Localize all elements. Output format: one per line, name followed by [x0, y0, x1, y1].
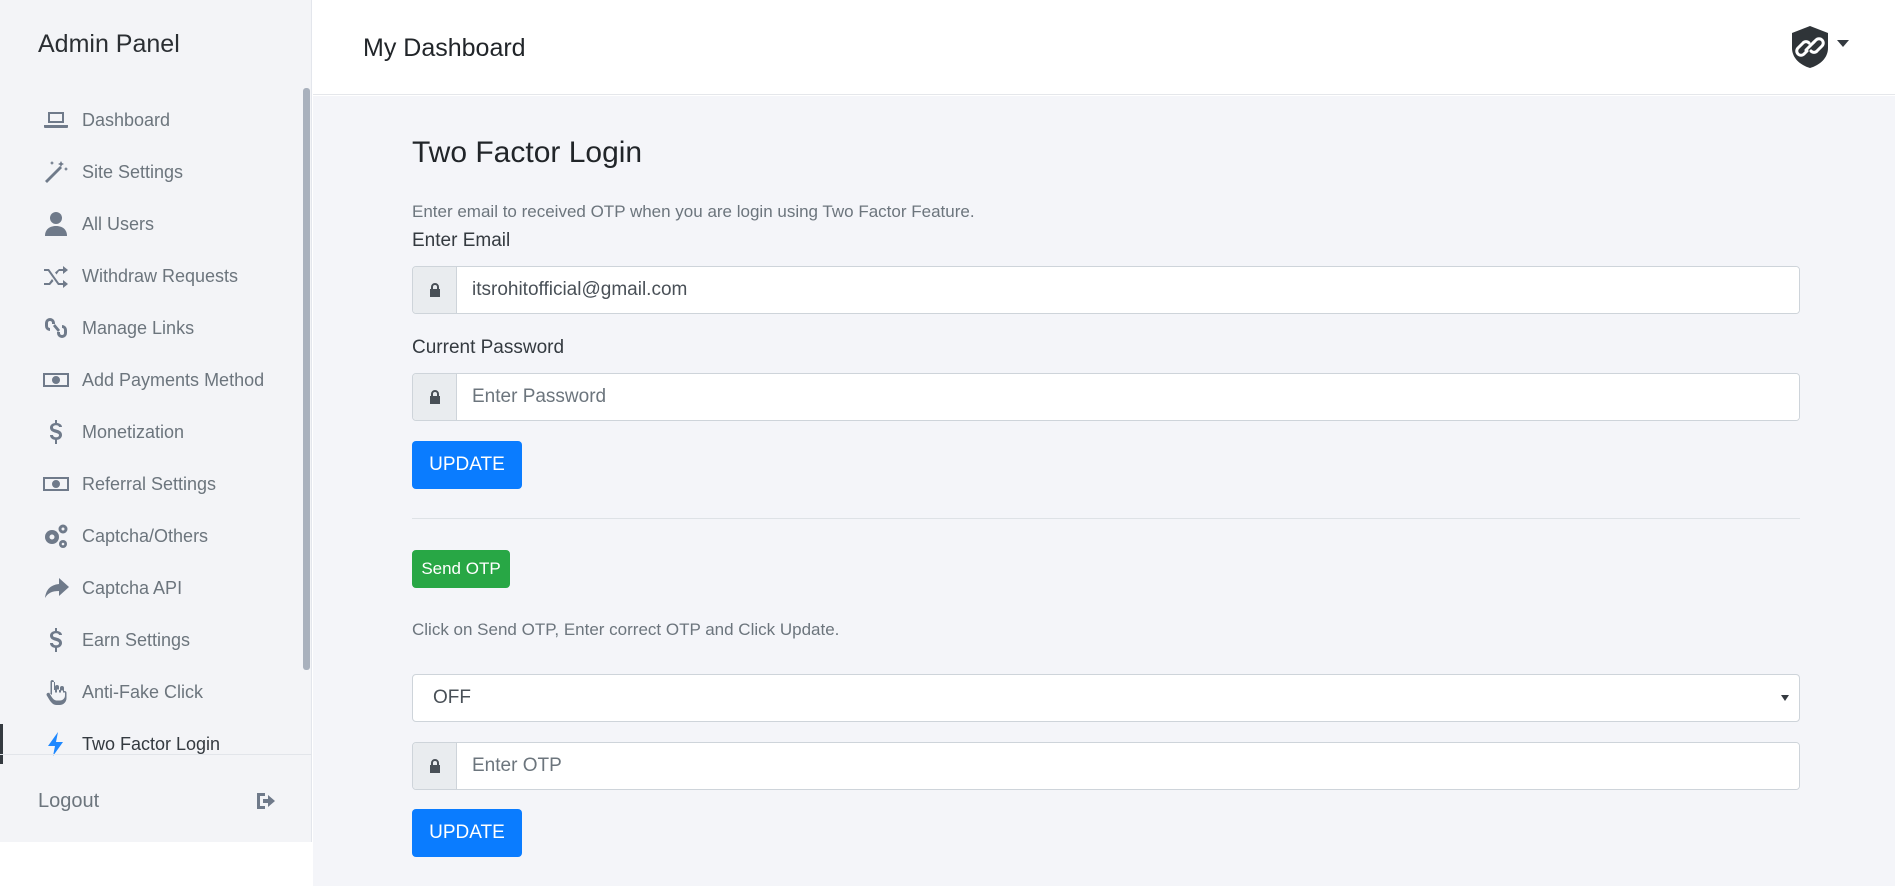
lock-icon: [413, 743, 457, 789]
sidebar-item-captcha-others[interactable]: Captcha/Others: [0, 510, 302, 562]
lock-icon: [413, 374, 457, 420]
sign-out-icon: [257, 793, 275, 809]
sidebar-scrollbar[interactable]: [303, 88, 310, 670]
sidebar-item-withdraw-requests[interactable]: Withdraw Requests: [0, 250, 302, 302]
shuffle-icon: [40, 260, 72, 292]
share-arrow-icon: [40, 572, 72, 604]
sidebar-item-label: Monetization: [82, 421, 185, 442]
avatar[interactable]: [1788, 24, 1832, 70]
brand-title: Admin Panel: [38, 30, 180, 58]
sidebar-item-label: Earn Settings: [82, 629, 191, 650]
otp-input-group: [412, 742, 1800, 790]
dollar-icon: [40, 416, 72, 448]
sidebar-item-label: Anti-Fake Click: [82, 681, 204, 702]
cogs-icon: [40, 520, 72, 552]
bolt-icon: [40, 728, 72, 760]
sidebar-item-site-settings[interactable]: Site Settings: [0, 146, 302, 198]
sidebar-item-two-factor-login[interactable]: Two Factor Login: [0, 718, 302, 770]
update-otp-button[interactable]: UPDATE: [412, 809, 522, 857]
sidebar-item-label: Captcha/Others: [82, 525, 209, 546]
sidebar-item-label: Captcha API: [82, 577, 183, 598]
sidebar-item-manage-links[interactable]: Manage Links: [0, 302, 302, 354]
sidebar-item-monetization[interactable]: Monetization: [0, 406, 302, 458]
password-label: Current Password: [412, 337, 565, 358]
sidebar-nav: Dashboard Site Settings All Users Withdr…: [0, 94, 302, 770]
laptop-icon: [40, 104, 72, 136]
password-input[interactable]: [457, 374, 1799, 420]
link-icon: [40, 312, 72, 344]
section-heading: Two Factor Login: [412, 136, 643, 169]
main-content: Two Factor Login Enter email to received…: [313, 96, 1895, 886]
money-bill-icon: [40, 364, 72, 396]
email-label: Enter Email: [412, 230, 511, 251]
user-icon: [40, 208, 72, 240]
sidebar-item-label: All Users: [82, 213, 155, 234]
page-title: My Dashboard: [363, 34, 526, 62]
money-bill-icon: [40, 468, 72, 500]
sidebar-item-dashboard[interactable]: Dashboard: [0, 94, 302, 146]
sidebar-scrollbar-thumb[interactable]: [303, 88, 310, 670]
sidebar-item-add-payments-method[interactable]: Add Payments Method: [0, 354, 302, 406]
chevron-down-icon: [1781, 695, 1789, 701]
password-input-group: [412, 373, 1800, 421]
sidebar-item-referral-settings[interactable]: Referral Settings: [0, 458, 302, 510]
two-factor-status-select[interactable]: OFF: [412, 674, 1800, 722]
sidebar-item-anti-fake-click[interactable]: Anti-Fake Click: [0, 666, 302, 718]
lock-icon: [413, 267, 457, 313]
email-input-group: [412, 266, 1800, 314]
send-otp-button[interactable]: Send OTP: [412, 550, 510, 588]
update-button[interactable]: UPDATE: [412, 441, 522, 489]
sidebar-item-all-users[interactable]: All Users: [0, 198, 302, 250]
email-help-text: Enter email to received OTP when you are…: [412, 202, 975, 221]
otp-help-text: Click on Send OTP, Enter correct OTP and…: [412, 620, 840, 639]
divider: [412, 518, 1800, 519]
sidebar-item-label: Withdraw Requests: [82, 265, 239, 286]
magic-wand-icon: [40, 156, 72, 188]
logout-button[interactable]: Logout: [38, 786, 278, 816]
sidebar-item-earn-settings[interactable]: Earn Settings: [0, 614, 302, 666]
otp-input[interactable]: [457, 743, 1799, 789]
top-bar: My Dashboard: [313, 0, 1895, 95]
hand-pointer-icon: [40, 676, 72, 708]
sidebar-item-label: Manage Links: [82, 317, 195, 338]
sidebar-item-label: Site Settings: [82, 161, 184, 182]
logout-label: Logout: [38, 789, 100, 812]
sidebar-item-captcha-api[interactable]: Captcha API: [0, 562, 302, 614]
sidebar: Admin Panel Dashboard Site Settings All …: [0, 0, 312, 842]
sidebar-item-label: Dashboard: [82, 109, 171, 130]
email-input[interactable]: [457, 267, 1799, 313]
dollar-icon: [40, 624, 72, 656]
sidebar-item-label: Add Payments Method: [82, 369, 265, 390]
sidebar-item-label: Two Factor Login: [82, 733, 221, 754]
select-value: OFF: [433, 687, 471, 708]
sidebar-divider: [0, 754, 312, 755]
sidebar-item-label: Referral Settings: [82, 473, 217, 494]
chevron-down-icon[interactable]: [1837, 40, 1849, 47]
